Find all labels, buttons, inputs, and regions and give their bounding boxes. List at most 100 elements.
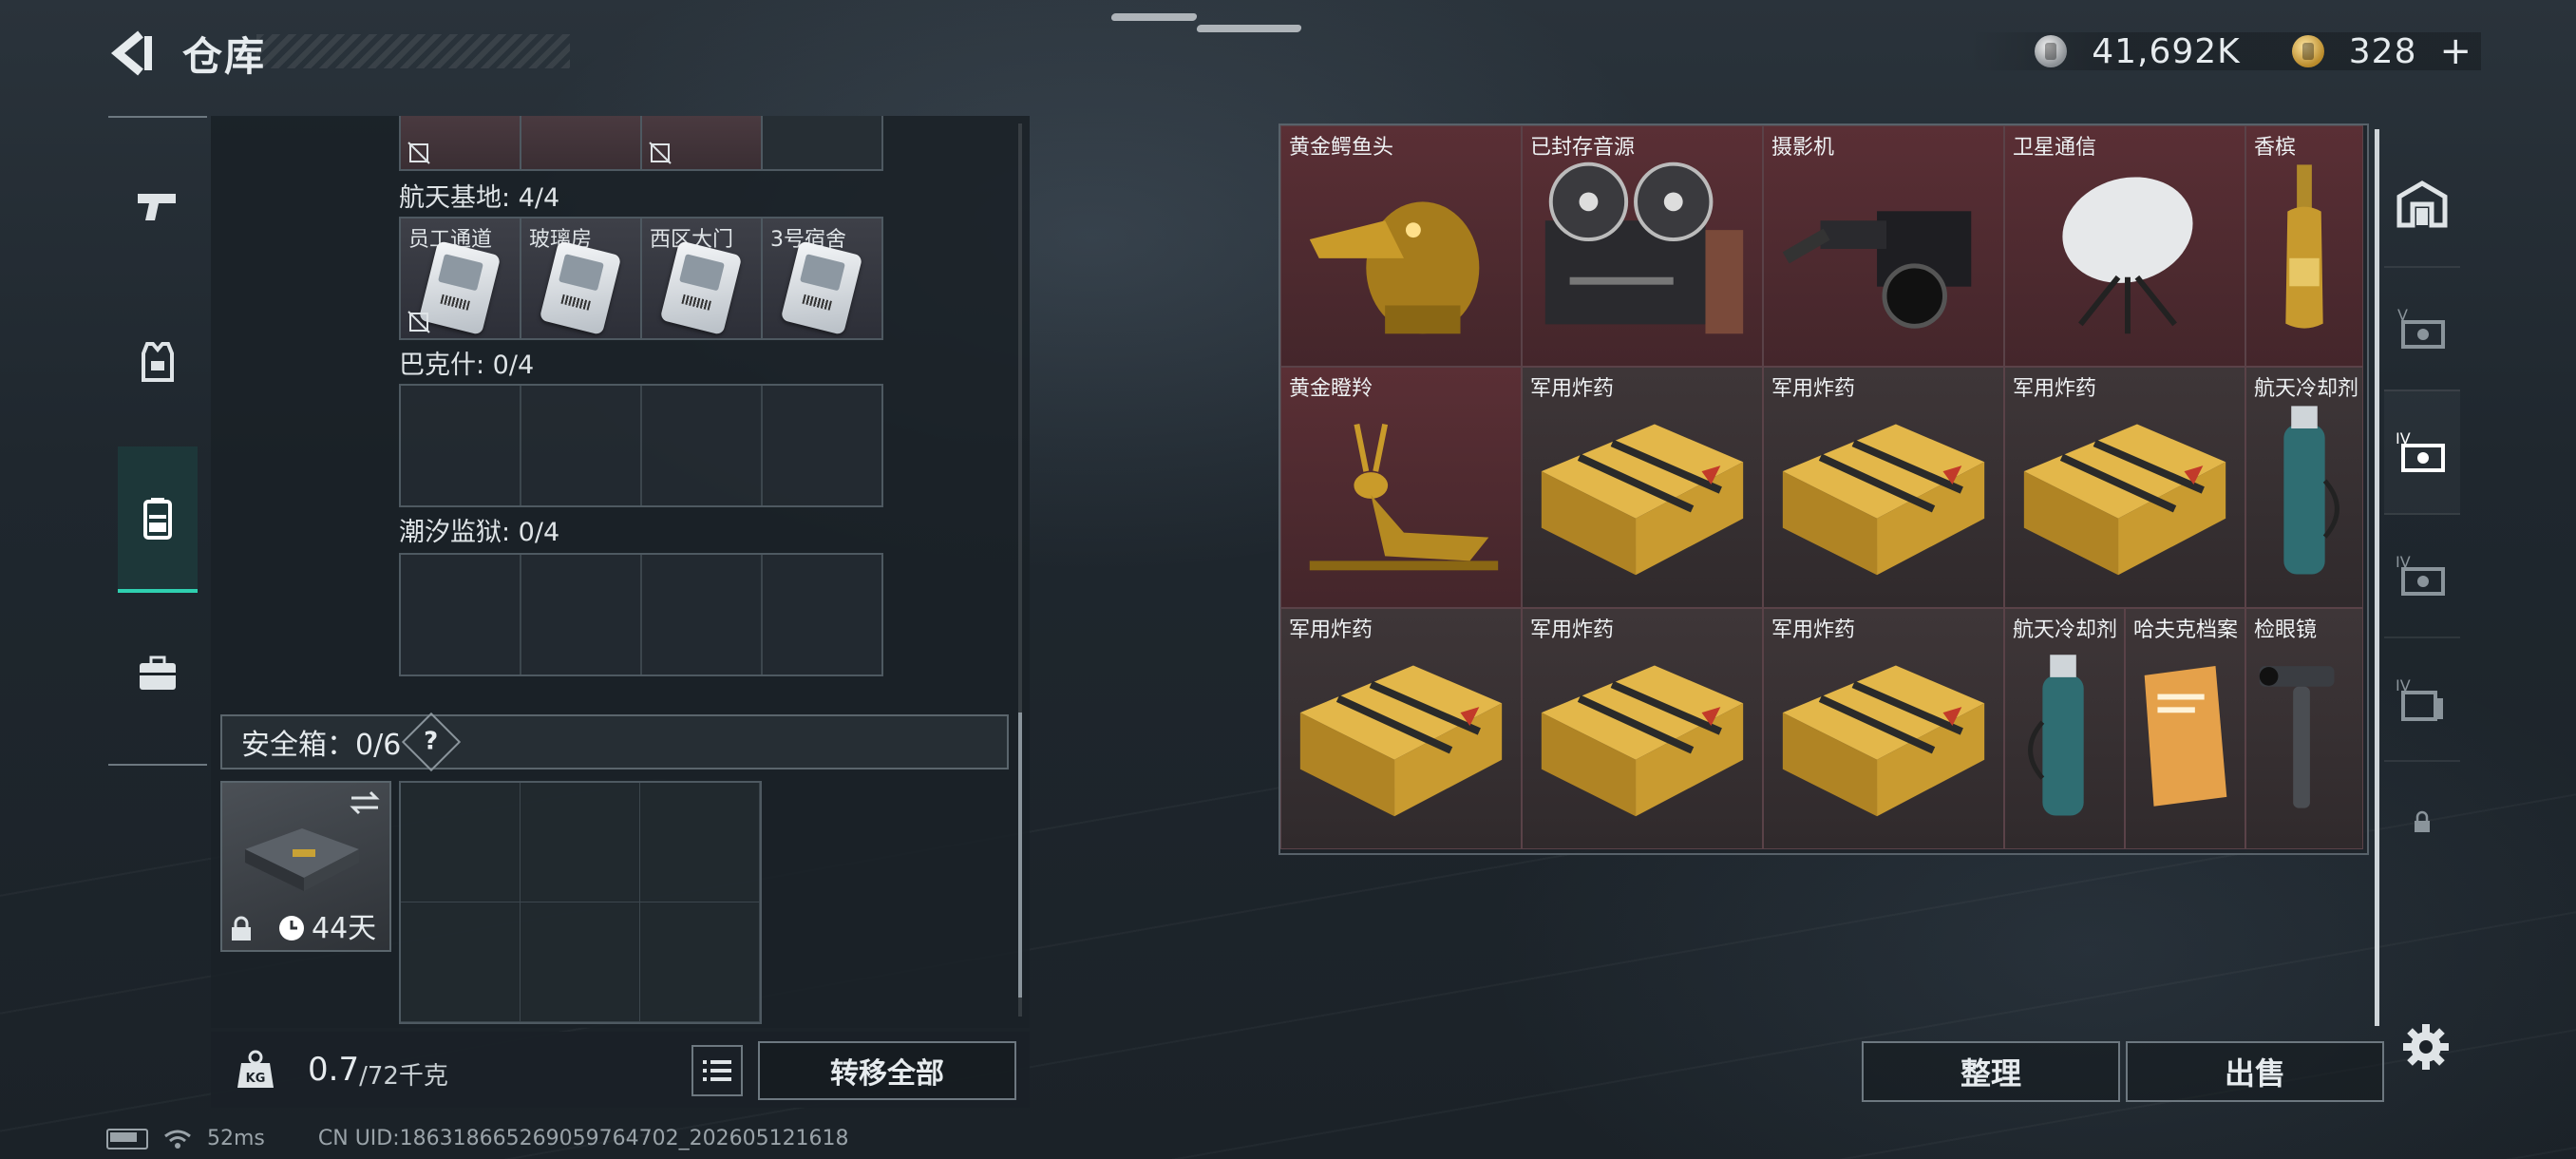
battery-icon: [106, 1128, 148, 1150]
gear-icon[interactable]: [2401, 1022, 2451, 1072]
sell-button[interactable]: 出售: [2126, 1041, 2384, 1102]
ceiling-light: [1110, 13, 1198, 21]
nav-weapons[interactable]: [118, 135, 198, 277]
stash-category-tabs: V IV IV IV: [2384, 142, 2460, 864]
swap-icon[interactable]: [348, 788, 382, 817]
explosive-crate-icon: [1782, 665, 1985, 817]
briefcase-icon: [140, 656, 176, 690]
coolant-tank-icon: [2028, 655, 2084, 816]
stash-item[interactable]: 军用炸药: [2004, 367, 2245, 608]
item-name: 军用炸药: [1771, 377, 1856, 401]
clock-icon: [279, 916, 304, 940]
key-group-label: 潮汐监狱: 0/4: [399, 518, 560, 547]
back-arrow-icon[interactable]: [106, 28, 156, 78]
unbound-key-icon: [407, 311, 430, 333]
satellite-dish-icon: [2062, 177, 2193, 334]
key-slot[interactable]: 西区大门: [642, 218, 763, 338]
weight-current: 0.7: [308, 1051, 360, 1089]
nav-armor[interactable]: [118, 291, 198, 433]
keycard-icon: [780, 240, 863, 335]
key-slot[interactable]: [401, 116, 521, 169]
stash-item[interactable]: 军用炸药: [1522, 367, 1763, 608]
backpack-scrollbar[interactable]: [1018, 124, 1022, 1016]
safe-box-grid: [399, 781, 762, 1024]
key-slot[interactable]: 3号宿舍: [763, 218, 881, 338]
safe-slot[interactable]: [401, 783, 521, 902]
add-currency-button[interactable]: +: [2439, 29, 2472, 73]
page-title: 仓库: [182, 33, 267, 80]
help-button[interactable]: ?: [402, 712, 462, 772]
transfer-all-button[interactable]: 转移全部: [758, 1041, 1016, 1100]
explosive-crate-icon: [1782, 424, 1985, 576]
stash-iv-icon: IV: [2396, 553, 2445, 596]
document-file-icon: [2144, 666, 2227, 807]
key-slot[interactable]: 员工通道: [401, 218, 521, 338]
svg-text:KG: KG: [246, 1072, 266, 1086]
key-slot[interactable]: [763, 386, 881, 505]
tab-stash-iv[interactable]: IV: [2384, 513, 2460, 638]
key-slot[interactable]: [521, 386, 642, 505]
tab-stash-iv-active[interactable]: IV: [2384, 390, 2460, 515]
key-slot[interactable]: [763, 555, 881, 674]
item-name: 黄金鳄鱼头: [1289, 136, 1394, 160]
locked-tab-icon: [2415, 810, 2430, 832]
stash-item[interactable]: 卫星通信: [2004, 125, 2245, 367]
armor-vest-icon: [142, 342, 174, 382]
user-uid: CN UID:186318665269059764702_20260512161…: [317, 1127, 849, 1150]
item-name: 军用炸药: [1530, 377, 1615, 401]
nav-case[interactable]: [118, 602, 198, 745]
tab-all-items[interactable]: [2384, 142, 2460, 268]
safe-box-container[interactable]: 44天: [220, 781, 391, 952]
tab-stash-iv-alt[interactable]: IV: [2384, 636, 2460, 762]
stash-item[interactable]: 哈夫克档案: [2125, 608, 2245, 849]
explosive-crate-icon: [2023, 424, 2226, 576]
safe-slot[interactable]: [401, 902, 521, 1022]
item-name: 航天冷却剂: [2254, 377, 2359, 401]
key-row-partial: [399, 116, 883, 171]
key-slot[interactable]: [642, 116, 763, 169]
stash-item[interactable]: 黄金鳄鱼头: [1280, 125, 1522, 367]
item-name: 黄金瞪羚: [1289, 377, 1373, 401]
safe-slot[interactable]: [521, 783, 640, 902]
key-slot[interactable]: [642, 555, 763, 674]
key-group-label: 巴克什: 0/4: [399, 351, 535, 380]
explosive-crate-icon: [1541, 665, 1744, 817]
safe-slot[interactable]: [640, 783, 760, 902]
key-slot[interactable]: [401, 555, 521, 674]
coolant-tank-icon: [2283, 406, 2339, 575]
lock-icon: [232, 916, 251, 940]
key-slot[interactable]: [642, 386, 763, 505]
stash-scrollbar[interactable]: [2375, 129, 2379, 1026]
item-name: 军用炸药: [1289, 618, 1373, 642]
key-slot[interactable]: [521, 116, 642, 169]
stash-item[interactable]: 军用炸药: [1763, 608, 2004, 849]
key-slot[interactable]: [401, 386, 521, 505]
stash-v-icon: V: [2397, 306, 2445, 349]
stash-item[interactable]: 军用炸药: [1280, 608, 1522, 849]
list-view-button[interactable]: [691, 1045, 743, 1096]
stash-item[interactable]: 军用炸药: [1763, 367, 2004, 608]
item-name: 摄影机: [1771, 136, 1835, 160]
item-name: 航天冷却剂: [2013, 618, 2118, 642]
stash-item[interactable]: 摄影机: [1763, 125, 2004, 367]
key-slot[interactable]: 玻璃房: [521, 218, 642, 338]
gold-coin-icon: [2291, 35, 2324, 67]
tab-locked[interactable]: [2384, 760, 2460, 884]
stash-item[interactable]: 航天冷却剂: [2245, 367, 2363, 608]
sort-button[interactable]: 整理: [1862, 1041, 2120, 1102]
tab-stash-v[interactable]: V: [2384, 266, 2460, 391]
stash-item[interactable]: 军用炸药: [1522, 608, 1763, 849]
key-slot[interactable]: [763, 116, 881, 169]
help-icon: ?: [424, 728, 439, 756]
safe-slot[interactable]: [640, 902, 760, 1022]
weight-bar: KG 0.7 /72千克 转移全部: [211, 1032, 1030, 1108]
nav-backpack[interactable]: [118, 446, 198, 593]
key-slot[interactable]: [521, 555, 642, 674]
wifi-icon: [164, 1130, 191, 1149]
stash-item[interactable]: 黄金瞪羚: [1280, 367, 1522, 608]
stash-item[interactable]: 香槟: [2245, 125, 2363, 367]
stash-item[interactable]: 已封存音源: [1522, 125, 1763, 367]
safe-slot[interactable]: [521, 902, 640, 1022]
stash-item[interactable]: 检眼镜: [2245, 608, 2363, 849]
stash-item[interactable]: 航天冷却剂: [2004, 608, 2125, 849]
